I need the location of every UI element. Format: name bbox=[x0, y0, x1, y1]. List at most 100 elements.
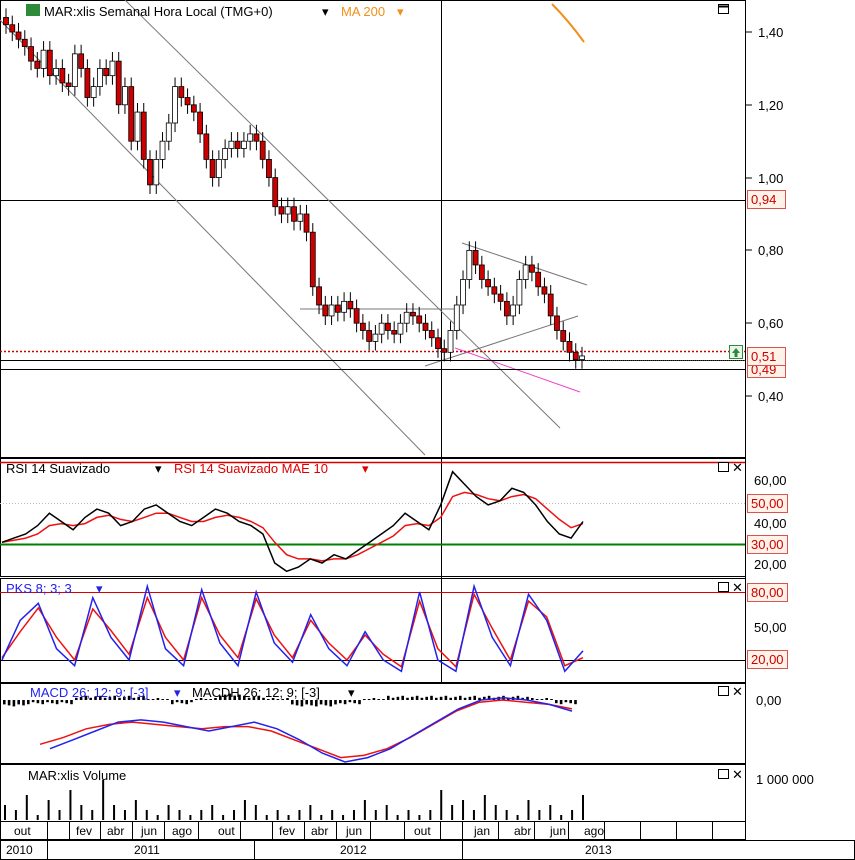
candle-body bbox=[209, 158, 216, 178]
macd-histogram-bar bbox=[185, 700, 188, 705]
price-panel-title[interactable]: MAR:xlis Semanal Hora Local (TMG+0) bbox=[44, 4, 273, 19]
macd-histogram-bar bbox=[22, 700, 25, 706]
candle-body bbox=[309, 231, 316, 288]
volume-bar bbox=[352, 810, 355, 820]
ma200-menu-icon[interactable]: ▾ bbox=[397, 4, 404, 19]
macd-histogram-bar bbox=[291, 700, 294, 705]
volume-panel-title[interactable]: MAR:xlis Volume bbox=[28, 768, 126, 783]
volume-bar bbox=[80, 805, 83, 820]
volume-bar bbox=[243, 800, 246, 820]
candle-body bbox=[303, 213, 310, 233]
price-tick-1-00: 1,00 bbox=[758, 171, 783, 186]
macd-tick-0: 0,00 bbox=[756, 693, 781, 708]
candle-body bbox=[491, 286, 498, 295]
volume-bar bbox=[69, 790, 72, 820]
macd-histogram-bar bbox=[300, 700, 304, 707]
rsi-average-label[interactable]: RSI 14 Suavizado MAE 10 bbox=[174, 461, 328, 476]
rsi-menu-icon[interactable]: ▾ bbox=[155, 461, 162, 476]
candle-body bbox=[122, 86, 128, 106]
macd-histogram-bar bbox=[564, 700, 568, 703]
pks-menu-icon[interactable]: ▾ bbox=[96, 581, 103, 596]
macd-histogram-bar bbox=[363, 699, 366, 700]
candle-body bbox=[184, 97, 191, 106]
chart-canvas: MAR:xlis Semanal Hora Local (TMG+0) ▾ MA… bbox=[0, 0, 855, 860]
close-macd-panel-icon[interactable]: ✕ bbox=[732, 684, 743, 699]
volume-bar bbox=[462, 800, 465, 820]
macd-panel-title[interactable]: MACD 26; 12; 9; [-3] bbox=[30, 685, 149, 700]
rsi-badge-30-text: 30,00 bbox=[751, 537, 784, 552]
close-pks-panel-icon[interactable]: ✕ bbox=[732, 580, 743, 595]
rsi-average-menu-icon[interactable]: ▾ bbox=[362, 461, 369, 476]
maximize-rsi-panel-icon[interactable] bbox=[718, 462, 729, 472]
candle-body bbox=[222, 148, 229, 160]
candle-body bbox=[147, 158, 153, 186]
candle-body bbox=[554, 315, 560, 331]
candle-body bbox=[103, 68, 110, 77]
macd-histogram-bar bbox=[334, 700, 337, 705]
macd-menu-icon[interactable]: ▾ bbox=[174, 685, 181, 700]
month-label: out bbox=[218, 824, 235, 838]
close-volume-panel-icon[interactable]: ✕ bbox=[732, 767, 743, 782]
maximize-volume-panel-icon[interactable] bbox=[718, 769, 729, 779]
candle-body bbox=[71, 53, 78, 87]
price-tick-0-80: 0,80 bbox=[758, 243, 783, 258]
macd-histogram-bar bbox=[574, 700, 577, 705]
macdh-label[interactable]: MACDH 26; 12; 9; [-3] bbox=[192, 685, 320, 700]
macdh-menu-icon[interactable]: ▾ bbox=[348, 685, 355, 700]
candle-body bbox=[466, 249, 473, 280]
volume-bar bbox=[36, 815, 39, 820]
macd-histogram-bar bbox=[171, 700, 174, 705]
volume-bar bbox=[571, 810, 574, 820]
candle-body bbox=[328, 304, 335, 317]
volume-bar bbox=[211, 805, 214, 820]
candle-body bbox=[334, 304, 341, 313]
candle-body bbox=[316, 286, 322, 306]
volume-bar bbox=[538, 810, 541, 820]
maximize-macd-panel-icon[interactable] bbox=[718, 686, 729, 696]
macd-histogram-bar bbox=[310, 700, 313, 706]
volume-bar bbox=[331, 810, 334, 820]
candle-body bbox=[109, 60, 116, 77]
price-title-menu-icon[interactable]: ▾ bbox=[322, 4, 329, 19]
volume-bar bbox=[156, 815, 159, 820]
volume-tick-1m: 1 000 000 bbox=[756, 772, 814, 787]
candle-body bbox=[510, 304, 517, 317]
volume-bar bbox=[494, 805, 497, 820]
volume-bar bbox=[309, 805, 312, 820]
candle-body bbox=[435, 337, 441, 350]
candle-body bbox=[366, 330, 373, 342]
volume-bar bbox=[276, 810, 279, 820]
volume-bar bbox=[527, 800, 530, 820]
candle-body bbox=[40, 49, 47, 69]
rsi-panel-title[interactable]: RSI 14 Suavizado bbox=[6, 461, 110, 476]
month-label: fev bbox=[279, 824, 295, 838]
maximize-pks-panel-icon[interactable] bbox=[718, 582, 729, 592]
rsi-tick-60: 60,00 bbox=[754, 473, 787, 488]
candle-body bbox=[572, 351, 579, 361]
ma200-label[interactable]: MA 200 bbox=[341, 4, 385, 19]
candle-body bbox=[53, 68, 59, 77]
candle-body bbox=[259, 140, 266, 160]
price-tick-1-40: 1,40 bbox=[758, 25, 783, 40]
volume-bar bbox=[440, 790, 443, 820]
macd-histogram-bar bbox=[343, 700, 347, 705]
candle-body bbox=[441, 348, 448, 353]
candle-body bbox=[529, 264, 535, 273]
close-rsi-panel-icon[interactable]: ✕ bbox=[732, 460, 743, 475]
volume-bar bbox=[233, 810, 236, 820]
month-label: abr bbox=[107, 824, 124, 838]
volume-bar bbox=[222, 815, 225, 820]
volume-bar bbox=[516, 815, 519, 820]
candle-body bbox=[241, 140, 247, 149]
macd-histogram-bar bbox=[425, 696, 428, 700]
candle-body bbox=[253, 133, 260, 142]
candle-body bbox=[78, 53, 85, 69]
volume-bar bbox=[167, 805, 170, 820]
macd-histogram-bar bbox=[7, 700, 11, 706]
volume-bar bbox=[363, 800, 366, 820]
pks-panel-title[interactable]: PKS 8; 3; 3 bbox=[6, 581, 72, 596]
candle-body bbox=[391, 330, 398, 335]
candle-body bbox=[359, 322, 366, 331]
volume-bar bbox=[320, 815, 323, 820]
candle-body bbox=[341, 300, 347, 313]
